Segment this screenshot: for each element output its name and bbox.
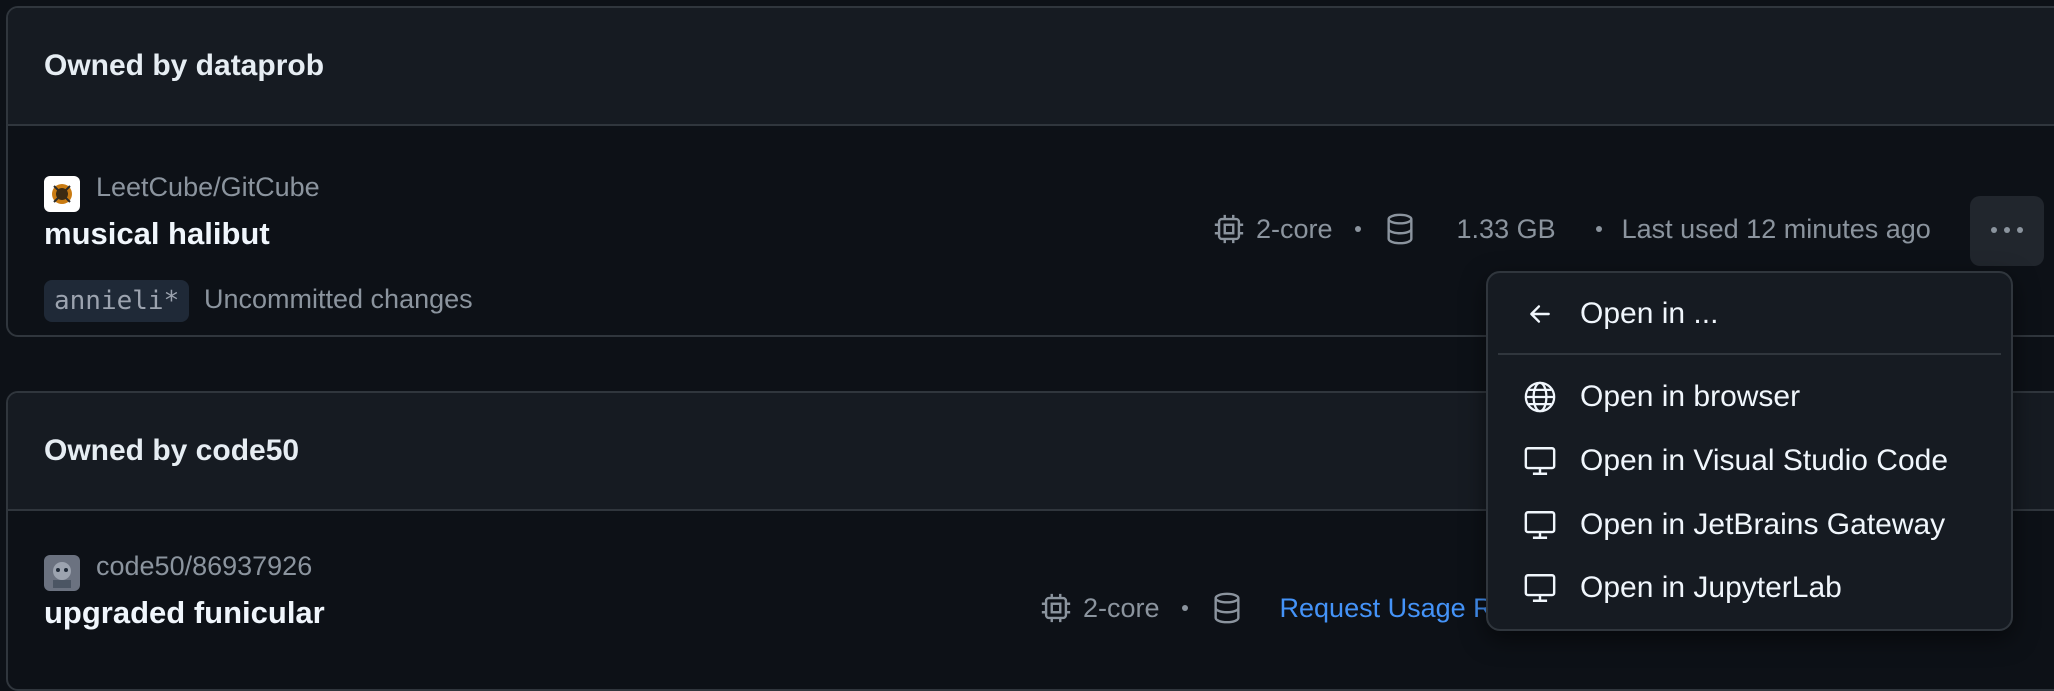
branch-badge: annieli*: [44, 280, 190, 322]
desktop-icon: [1522, 507, 1558, 543]
globe-icon: [1522, 379, 1558, 415]
repo-name[interactable]: LeetCube/GitCube: [96, 172, 320, 203]
last-used: Last used 12 minutes ago: [1621, 213, 1931, 244]
menu-back-label: Open in ...: [1580, 297, 1719, 330]
menu-item-jetbrains[interactable]: Open in JetBrains Gateway: [1488, 496, 2011, 554]
separator-dot: [1595, 226, 1602, 232]
menu-item-label: Open in browser: [1580, 380, 1801, 413]
menu-item-vscode[interactable]: Open in Visual Studio Code: [1488, 432, 2011, 490]
menu-item-label: Open in JetBrains Gateway: [1580, 508, 1946, 541]
database-icon: [1210, 591, 1244, 625]
machine-type: 2-core: [1083, 592, 1160, 623]
menu-item-label: Open in Visual Studio Code: [1580, 444, 1949, 477]
menu-item-label: Open in JupyterLab: [1580, 571, 1842, 604]
codespace-meta: 2-core 1.33 GB Last used 12 minutes ago: [1212, 212, 1931, 246]
group-title: Owned by dataprob: [44, 49, 325, 82]
repo-avatar: [44, 176, 80, 212]
repo-name[interactable]: code50/86937926: [96, 551, 312, 582]
database-icon: [1383, 212, 1417, 246]
arrow-left-icon: [1522, 296, 1558, 332]
separator-dot: [1181, 605, 1188, 611]
desktop-icon: [1522, 443, 1558, 479]
more-options-button[interactable]: [1970, 196, 2044, 266]
cpu-icon: [1212, 212, 1246, 246]
codespace-meta: 2-core Request Usage R: [1039, 591, 1493, 625]
repo-avatar: [44, 555, 80, 591]
storage-size: 1.33 GB: [1456, 213, 1556, 244]
request-usage-link[interactable]: Request Usage R: [1280, 593, 1493, 624]
open-in-menu: Open in ... Open in browser Open in Visu…: [1486, 271, 2013, 631]
group-title: Owned by code50: [44, 434, 300, 467]
menu-item-browser[interactable]: Open in browser: [1488, 368, 2011, 426]
desktop-icon: [1522, 570, 1558, 606]
codespace-name[interactable]: musical halibut: [44, 216, 270, 252]
separator-dot: [1354, 226, 1361, 232]
menu-back-item[interactable]: Open in ...: [1488, 285, 2011, 343]
kebab-icon: [1989, 222, 2025, 240]
cpu-icon: [1039, 591, 1073, 625]
menu-item-jupyterlab[interactable]: Open in JupyterLab: [1488, 559, 2011, 617]
machine-type: 2-core: [1256, 213, 1333, 244]
menu-divider: [1498, 353, 2001, 355]
group-header: Owned by dataprob: [8, 8, 2054, 126]
codespace-name[interactable]: upgraded funicular: [44, 595, 325, 631]
branch-status: Uncommitted changes: [204, 284, 473, 314]
